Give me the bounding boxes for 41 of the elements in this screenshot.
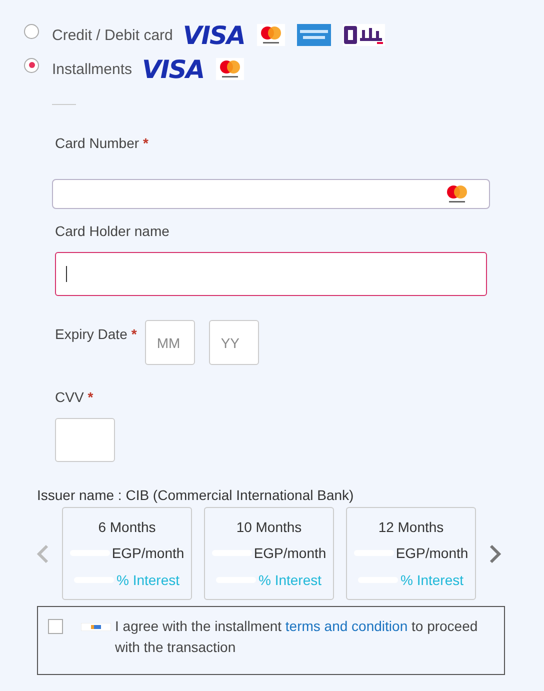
plan-amount: EGP/month	[254, 545, 326, 562]
mastercard-icon	[256, 24, 285, 46]
cvv-field[interactable]	[55, 418, 115, 462]
card-number-field[interactable]	[52, 179, 490, 209]
agreement-text: I agree with the installment terms and condition to proceed with the transaction	[115, 617, 479, 657]
field-label: Card Number	[55, 135, 140, 151]
expiry-field[interactable]: MM	[144, 320, 195, 365]
chevron-left-icon[interactable]	[36, 544, 50, 564]
payment-option-label: Installments	[52, 60, 132, 78]
chevron-right-icon[interactable]	[488, 544, 502, 564]
required-mark: *	[131, 326, 137, 342]
checkbox[interactable]	[48, 619, 63, 634]
field-label: Card Holder name	[55, 223, 170, 239]
radio-button[interactable]	[24, 58, 39, 72]
plan-amount: EGP/month	[396, 545, 468, 562]
installment-plan-card[interactable]: 12 Months EGP/month % Interest	[346, 507, 476, 600]
card-holder-field[interactable]	[55, 252, 487, 296]
plan-duration: 6 Months	[98, 519, 156, 536]
plan-amount: EGP/month	[112, 545, 184, 562]
plan-interest: % Interest	[258, 572, 322, 588]
visa-logo: VISA	[182, 20, 245, 50]
installment-plan-card[interactable]: 6 Months EGP/month % Interest	[62, 507, 192, 600]
visa-logo: VISA	[142, 54, 204, 84]
plan-interest: % Interest	[400, 572, 464, 588]
mastercard-icon	[216, 58, 244, 80]
expiry-field[interactable]: YY	[208, 320, 259, 365]
field-label: CVV	[55, 389, 84, 405]
required-mark: *	[143, 135, 148, 151]
field-label: Expiry Date	[55, 326, 128, 342]
amex-icon	[296, 24, 331, 46]
plan-interest: % Interest	[116, 572, 180, 588]
plan-duration: 12 Months	[378, 519, 444, 536]
issuer-name: Issuer name : CIB (Commercial International Bank)	[37, 487, 355, 503]
radio-button[interactable]	[24, 24, 39, 38]
bank-logo-icon	[81, 623, 111, 631]
installment-plan-card[interactable]: 10 Months EGP/month % Interest	[204, 507, 334, 600]
terms-link[interactable]: terms and condition	[285, 618, 408, 634]
meeza-icon	[342, 24, 385, 46]
payment-option-label: Credit / Debit card	[52, 26, 173, 44]
required-mark: *	[88, 389, 94, 405]
plan-duration: 10 Months	[236, 519, 302, 536]
